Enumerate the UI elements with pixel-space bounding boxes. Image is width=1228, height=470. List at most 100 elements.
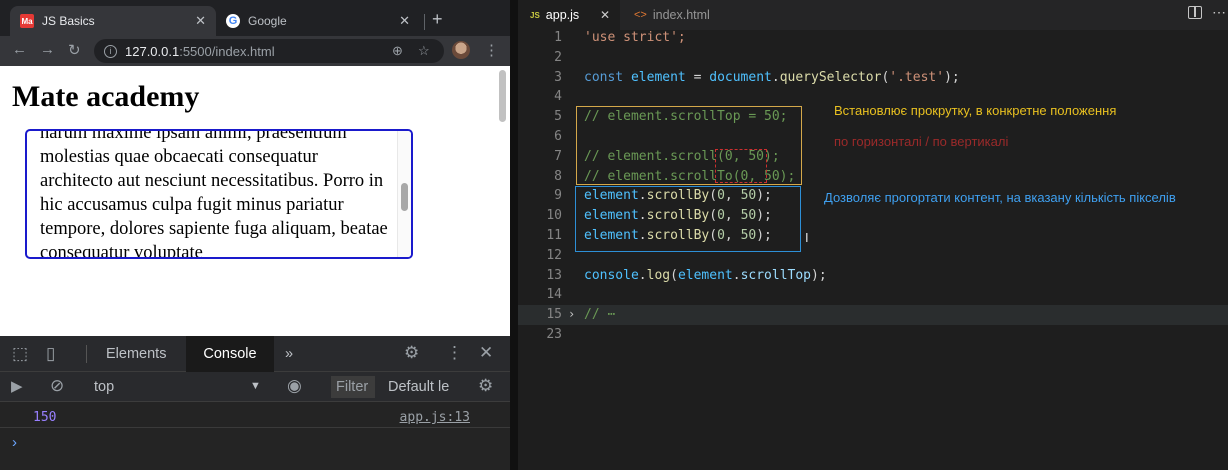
device-toggle-icon[interactable]: ▯	[46, 344, 55, 364]
annotation-note-scroll-position: Встановлює прокрутку, в конкретне положе…	[834, 103, 1117, 118]
scroll-container[interactable]: harum maxime ipsam animi, praesentium mo…	[25, 129, 413, 259]
line-number: 7	[554, 148, 562, 164]
code-token: element	[677, 267, 733, 283]
js-file-icon: JS	[530, 10, 540, 20]
code-token: console	[584, 267, 639, 283]
tab-console[interactable]: Console	[186, 336, 274, 372]
line-number: 6	[554, 128, 562, 144]
annotation-box-red	[715, 149, 767, 183]
page-title: Mate academy	[12, 80, 200, 113]
log-value: 150	[33, 410, 57, 425]
url-path: :5500/index.html	[179, 43, 275, 59]
split-editor-icon[interactable]	[1188, 6, 1202, 19]
editor-tabbar: JS app.js ✕ <> index.html ⋯	[518, 0, 1228, 30]
box-text: harum maxime ipsam animi, praesentium mo…	[40, 129, 388, 259]
close-icon[interactable]: ✕	[399, 13, 410, 29]
editor-tab-title: index.html	[652, 8, 710, 22]
code-token: log	[646, 267, 671, 283]
editor-tab-title: app.js	[545, 8, 580, 22]
console-filter-bar: ▶ ⊘ top ▼ ◉ Filter Default le ⚙	[0, 372, 510, 402]
forward-arrow-icon[interactable]: →	[40, 41, 55, 58]
code-token: '.test'	[889, 69, 945, 85]
line-number: 15	[546, 307, 562, 323]
browser-toolbar: ← → ↻ i 127.0.0.1:5500/index.html ⊕ ☆ ⋮	[0, 36, 510, 66]
text-cursor-icon: I	[805, 230, 809, 245]
page-viewport: Mate academy harum maxime ipsam animi, p…	[0, 66, 510, 336]
context-select[interactable]: top	[94, 379, 114, 395]
box-scrollbar-thumb[interactable]	[401, 183, 408, 211]
address-bar[interactable]: i 127.0.0.1:5500/index.html ⊕ ☆	[94, 39, 444, 63]
editor-tab-index-html[interactable]: <> index.html	[622, 0, 732, 30]
close-icon[interactable]: ✕	[600, 8, 610, 22]
line-number: 5	[554, 109, 562, 125]
devtools-tabbar: ⬚ ▯ Elements Console » ⚙ ⋮ ✕	[0, 336, 510, 372]
annotation-box-yellow	[576, 106, 802, 185]
annotation-note-axes: по горизонталі / по вертикалі	[834, 134, 1009, 149]
reload-icon[interactable]: ↻	[68, 41, 81, 59]
line-number: 23	[546, 326, 562, 342]
console-prompt[interactable]: ›	[12, 434, 17, 451]
bookmark-star-icon[interactable]: ☆	[418, 43, 430, 59]
close-icon[interactable]: ✕	[479, 343, 493, 363]
browser-tabstrip: Ma JS Basics ✕ G Google ✕ +	[0, 0, 510, 38]
code-line: 3 const element = document.querySelector(…	[518, 68, 1228, 88]
tab-title: JS Basics	[42, 14, 95, 28]
line-number: 3	[554, 69, 562, 85]
clear-console-icon[interactable]: ⊘	[50, 376, 64, 396]
log-levels-dropdown[interactable]: Default le	[388, 379, 449, 395]
code-editor: JS app.js ✕ <> index.html ⋯ 1 'use strict…	[518, 0, 1228, 470]
tab-title: Google	[248, 14, 287, 28]
code-token: querySelector	[779, 69, 882, 85]
code-token: scrollTop	[740, 267, 812, 283]
line-number: 1	[554, 30, 562, 45]
annotation-box-blue	[575, 186, 801, 252]
url-host: 127.0.0.1	[125, 43, 180, 59]
browser-menu-icon[interactable]: ⋮	[484, 41, 499, 59]
browser-tab-js-basics[interactable]: Ma JS Basics ✕	[10, 6, 216, 36]
toolbar-divider	[86, 345, 87, 363]
code-line: 2	[518, 48, 1228, 68]
fold-chevron-icon[interactable]: ›	[568, 305, 575, 325]
code-line: 1 'use strict';	[518, 28, 1228, 48]
line-number: 13	[546, 267, 562, 283]
code-token: 'use strict';	[584, 30, 686, 45]
new-tab-button[interactable]: +	[432, 9, 443, 30]
avatar[interactable]	[452, 41, 470, 59]
line-number: 8	[554, 168, 562, 184]
annotation-note-scrollby: Дозволяє прогортати контент, на вказану …	[824, 190, 1176, 205]
close-icon[interactable]: ✕	[195, 13, 206, 29]
tab-divider	[424, 14, 425, 30]
console-settings-gear-icon[interactable]: ⚙	[478, 376, 493, 396]
live-expression-eye-icon[interactable]: ◉	[287, 376, 302, 396]
code-line: 14	[518, 285, 1228, 305]
folded-comment[interactable]: // ⋯	[584, 307, 615, 322]
zoom-icon[interactable]: ⊕	[392, 43, 403, 59]
settings-gear-icon[interactable]: ⚙	[404, 343, 419, 363]
sidebar-toggle-icon[interactable]: ▶	[11, 377, 23, 395]
devtools-panel: ⬚ ▯ Elements Console » ⚙ ⋮ ✕ ▶ ⊘ top ▼ ◉…	[0, 336, 510, 470]
code-line-current: 15 › // ⋯	[518, 305, 1228, 325]
mate-favicon-icon: Ma	[20, 14, 34, 28]
code-line: 23	[518, 325, 1228, 345]
more-actions-icon[interactable]: ⋯	[1212, 4, 1226, 21]
more-tabs-button[interactable]: »	[285, 336, 293, 372]
code-token: element	[630, 69, 686, 85]
google-favicon-icon: G	[226, 14, 240, 28]
devtools-menu-icon[interactable]: ⋮	[446, 343, 463, 363]
inspect-element-icon[interactable]: ⬚	[12, 344, 28, 364]
code-line: 13 console.log(element.scrollTop);	[518, 266, 1228, 286]
chevron-down-icon[interactable]: ▼	[250, 380, 261, 392]
line-number: 10	[546, 208, 562, 224]
line-number: 14	[546, 287, 562, 303]
line-number: 11	[546, 227, 562, 243]
log-source-link[interactable]: app.js:13	[400, 410, 470, 425]
page-scrollbar[interactable]	[499, 70, 506, 122]
back-arrow-icon[interactable]: ←	[12, 41, 27, 58]
filter-input[interactable]: Filter	[331, 376, 375, 398]
code-token: const	[584, 69, 624, 85]
tab-elements[interactable]: Elements	[106, 336, 166, 372]
editor-tab-app-js[interactable]: JS app.js ✕	[518, 0, 620, 30]
info-icon[interactable]: i	[104, 44, 117, 58]
line-number: 2	[554, 49, 562, 65]
browser-tab-google[interactable]: G Google ✕	[218, 6, 420, 36]
